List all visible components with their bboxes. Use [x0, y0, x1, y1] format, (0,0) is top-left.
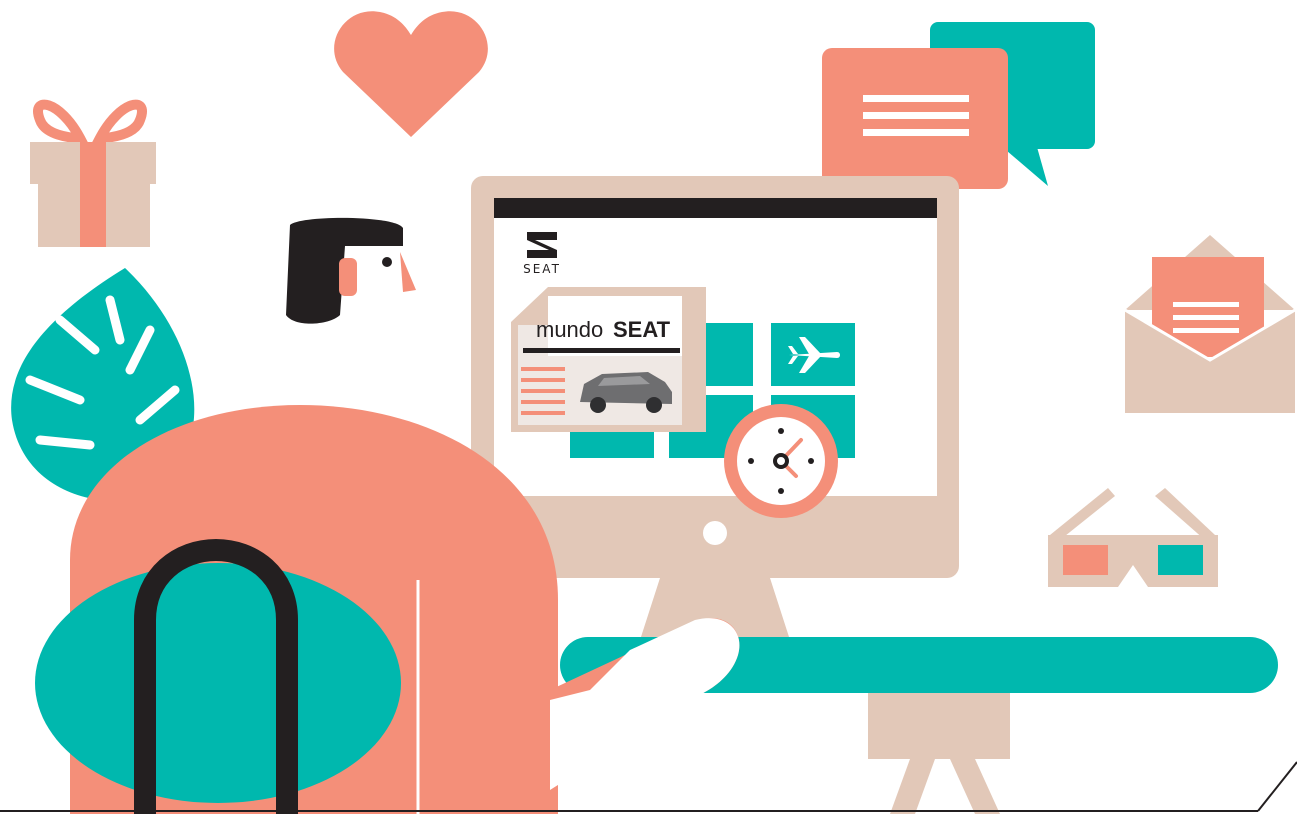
- envelope-icon: [1124, 235, 1296, 413]
- magazine-card: mundo SEAT: [511, 287, 706, 432]
- heart-icon: [334, 11, 488, 137]
- seat-logo-icon: SEAT: [523, 232, 561, 276]
- 3d-glasses-icon: [1048, 488, 1218, 587]
- gift-icon: [30, 99, 156, 247]
- magazine-title-light: mundo: [536, 317, 603, 342]
- clock-icon: [724, 404, 838, 518]
- seat-logo-text: SEAT: [523, 262, 561, 276]
- magazine-title-bold: SEAT: [613, 317, 671, 342]
- seat-illustration: SEAT mundo SEAT: [0, 11, 1297, 814]
